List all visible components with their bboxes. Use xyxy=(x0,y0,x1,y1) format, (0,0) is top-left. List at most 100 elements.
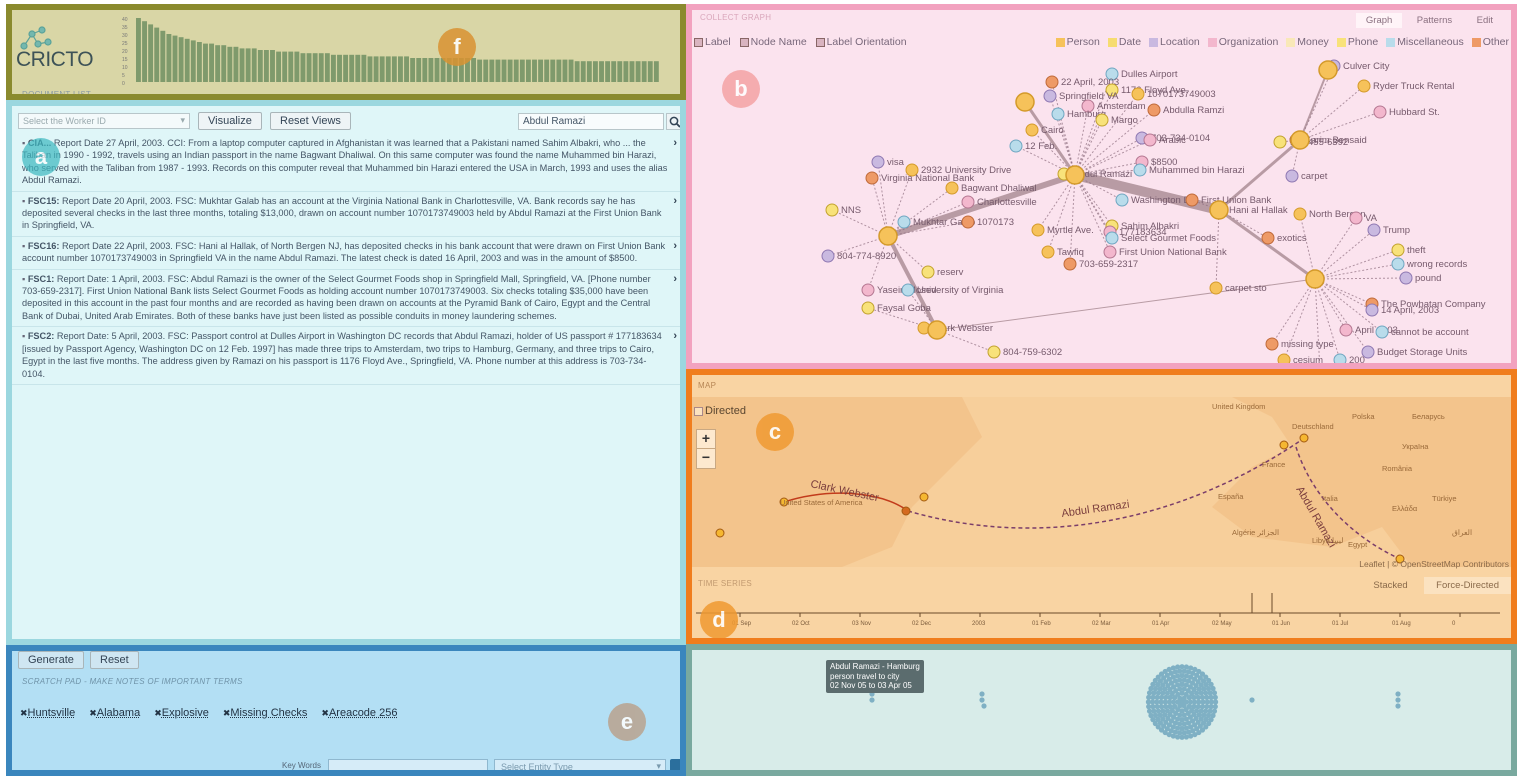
legend-item[interactable]: Money xyxy=(1286,36,1329,48)
time-series-axis[interactable]: 01 Sep 02 Oct 03 Nov 02 Dec 2003 01 Feb 02 Mar… xyxy=(692,593,1511,637)
tab-edit[interactable]: Edit xyxy=(1467,13,1503,28)
frequency-bar[interactable] xyxy=(605,61,611,82)
graph-hub-node[interactable] xyxy=(1305,269,1325,289)
frequency-bar[interactable] xyxy=(489,59,495,82)
graph-node[interactable] xyxy=(1133,163,1147,177)
frequency-bar[interactable] xyxy=(257,50,263,82)
event-dot[interactable] xyxy=(1170,665,1176,671)
event-dot[interactable] xyxy=(1395,703,1401,709)
frequency-bar[interactable] xyxy=(160,30,166,82)
graph-node[interactable] xyxy=(961,195,975,209)
graph-node[interactable] xyxy=(1105,231,1119,245)
frequency-bar[interactable] xyxy=(361,54,367,82)
graph-edge[interactable] xyxy=(1314,217,1357,280)
legend-item[interactable]: Phone xyxy=(1336,36,1378,48)
frequency-bar[interactable] xyxy=(276,51,282,82)
frequency-bar[interactable] xyxy=(629,61,635,82)
frequency-bar[interactable] xyxy=(251,48,257,82)
graph-hub-node[interactable] xyxy=(1290,130,1310,150)
graph-node[interactable] xyxy=(1339,323,1353,337)
graph-node[interactable] xyxy=(871,155,885,169)
frequency-bar[interactable] xyxy=(209,43,215,82)
frequency-bar[interactable] xyxy=(471,58,477,82)
legend-item[interactable]: Miscellaneous xyxy=(1386,36,1464,48)
frequency-bar[interactable] xyxy=(294,51,300,82)
graph-node[interactable] xyxy=(1391,257,1405,271)
frequency-bar[interactable] xyxy=(349,54,355,82)
event-dot[interactable] xyxy=(1183,664,1189,670)
scratch-reset-button[interactable]: Reset xyxy=(90,651,139,669)
frequency-bar[interactable] xyxy=(270,50,275,82)
legend-item[interactable]: Other xyxy=(1471,36,1509,48)
frequency-bar[interactable] xyxy=(263,50,269,82)
chevron-right-icon[interactable]: › xyxy=(673,330,677,342)
frequency-bar[interactable] xyxy=(227,46,233,82)
frequency-bar[interactable] xyxy=(416,58,422,82)
event-dot[interactable] xyxy=(981,703,987,709)
event-dot[interactable] xyxy=(1395,697,1401,703)
graph-node[interactable] xyxy=(1285,169,1299,183)
event-dot[interactable] xyxy=(1145,699,1151,705)
frequency-bar[interactable] xyxy=(525,59,531,82)
event-dot[interactable] xyxy=(1146,694,1152,700)
graph-node[interactable] xyxy=(1349,211,1363,225)
generate-button[interactable]: Generate xyxy=(18,651,84,669)
map-marker[interactable] xyxy=(901,506,911,516)
frequency-bar[interactable] xyxy=(574,61,580,82)
frequency-bar[interactable] xyxy=(519,59,525,82)
scratch-tag[interactable]: ✖Missing Checks xyxy=(223,707,308,719)
search-input[interactable]: Abdul Ramazi xyxy=(518,113,664,130)
graph-node[interactable] xyxy=(1043,89,1057,103)
event-dot[interactable] xyxy=(1146,708,1153,714)
document-item[interactable]: ▪ CIA... Report Date 27 April, 2003. CCI… xyxy=(12,134,680,192)
graph-node[interactable] xyxy=(1009,139,1023,153)
frequency-bar[interactable] xyxy=(513,59,519,82)
map-marker[interactable] xyxy=(919,492,929,502)
legend-item[interactable]: Date xyxy=(1107,36,1141,48)
label-orientation-checkbox[interactable]: Label Orientation xyxy=(815,36,907,48)
graph-hub-node[interactable] xyxy=(878,226,898,246)
frequency-bar[interactable] xyxy=(288,51,294,82)
graph-hub-node[interactable] xyxy=(1318,60,1338,80)
frequency-bar[interactable] xyxy=(611,61,617,82)
frequency-bar-chart[interactable]: 40 35 30 25 20 15 10 5 0 xyxy=(120,14,680,86)
frequency-bar[interactable] xyxy=(483,59,489,82)
graph-node[interactable] xyxy=(1045,75,1059,89)
graph-edge[interactable] xyxy=(887,187,953,237)
frequency-bar[interactable] xyxy=(178,37,184,82)
graph-node[interactable] xyxy=(1143,133,1157,147)
graph-node[interactable] xyxy=(1095,113,1109,127)
frequency-bar[interactable] xyxy=(318,53,324,82)
map-marker[interactable] xyxy=(1299,433,1309,443)
graph-node[interactable] xyxy=(1041,245,1055,259)
event-dot[interactable] xyxy=(1395,691,1401,697)
event-dot[interactable] xyxy=(979,691,985,697)
graph-node[interactable] xyxy=(1063,257,1077,271)
scratch-tag[interactable]: ✖Huntsville xyxy=(20,707,75,719)
frequency-bar[interactable] xyxy=(373,56,379,82)
event-dot[interactable] xyxy=(1212,694,1218,700)
graph-node[interactable] xyxy=(1051,107,1065,121)
chevron-right-icon[interactable]: › xyxy=(673,137,677,149)
remove-tag-icon[interactable]: ✖ xyxy=(154,708,162,718)
worker-select[interactable]: Select the Worker ID ▾ xyxy=(18,113,190,129)
frequency-bar[interactable] xyxy=(647,61,653,82)
graph-node[interactable] xyxy=(1373,105,1387,119)
frequency-bar[interactable] xyxy=(434,58,440,82)
tab-patterns[interactable]: Patterns xyxy=(1407,13,1462,28)
frequency-bar[interactable] xyxy=(306,53,312,82)
frequency-bar[interactable] xyxy=(154,27,160,83)
event-cluster-chart[interactable] xyxy=(692,650,1511,770)
graph-node[interactable] xyxy=(825,203,839,217)
frequency-bar[interactable] xyxy=(142,21,147,82)
frequency-bar[interactable] xyxy=(398,56,403,82)
frequency-bar[interactable] xyxy=(428,58,434,82)
frequency-bar[interactable] xyxy=(330,54,336,82)
graph-node[interactable] xyxy=(1025,123,1039,137)
zoom-in-button[interactable]: + xyxy=(697,430,715,449)
graph-node[interactable] xyxy=(1265,337,1279,351)
frequency-bar[interactable] xyxy=(337,54,342,82)
time-brush[interactable] xyxy=(1251,593,1273,614)
network-graph[interactable]: Culver City Ryder Truck Rental Hubbard St.… xyxy=(692,50,1511,369)
graph-node[interactable] xyxy=(1261,231,1275,245)
